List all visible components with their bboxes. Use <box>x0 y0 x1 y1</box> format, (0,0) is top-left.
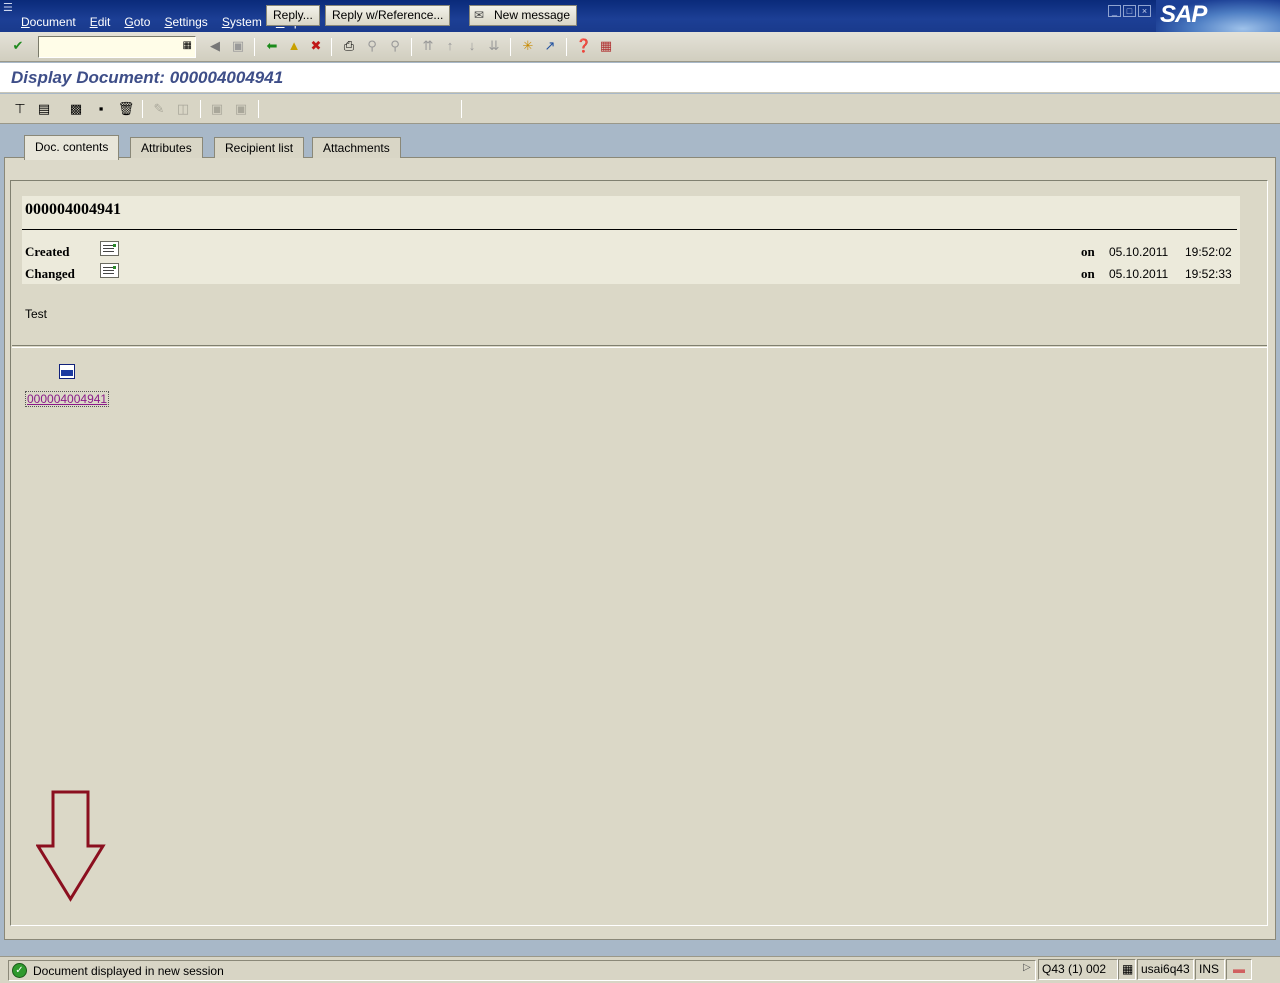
system-menu-icon[interactable]: ☰ <box>3 2 17 14</box>
reply-with-reference-button[interactable]: Reply w/Reference... <box>325 5 451 26</box>
sap-logo: SAP <box>1156 0 1280 32</box>
exit-icon[interactable]: ▲ <box>285 37 303 55</box>
title-area: Display Document: 000004004941 <box>0 63 1280 93</box>
created-date: 05.10.2011 <box>1109 245 1169 259</box>
changed-on-label: on <box>1081 266 1095 281</box>
changed-label: Changed <box>25 266 75 281</box>
new-message-label: New message <box>494 8 571 22</box>
toolbar-separator <box>510 38 511 56</box>
page-title: Display Document: 000004004941 <box>11 68 284 87</box>
menu-items: Document Edit Goto Settings System Help <box>14 14 308 30</box>
tab-recipient-list[interactable]: Recipient list <box>214 137 305 158</box>
section-divider <box>12 345 1267 348</box>
delete-icon[interactable]: 🗑 <box>117 100 135 118</box>
server-info: usai6q43 <box>1137 959 1194 980</box>
maximize-icon[interactable]: □ <box>1123 5 1136 17</box>
distribute-icon[interactable]: ▪ <box>92 100 110 118</box>
status-message-field[interactable]: ✓ Document displayed in new session <box>8 960 1036 981</box>
success-check-icon: ✓ <box>12 963 27 978</box>
back-icon[interactable]: ⬅ <box>263 37 281 55</box>
enter-check-icon[interactable]: ✔ <box>9 37 27 55</box>
new-message-icon: ✉ <box>474 8 485 22</box>
header-rule <box>22 229 1237 230</box>
toolbar-separator <box>461 100 462 118</box>
next-document-icon[interactable]: ▣ <box>232 100 250 118</box>
system-info-menu-icon[interactable]: ▦ <box>1118 959 1136 980</box>
created-user-icon[interactable] <box>100 241 119 256</box>
changed-date: 05.10.2011 <box>1109 267 1169 281</box>
reply-button[interactable]: Reply... <box>266 5 320 26</box>
next-page-icon[interactable]: ↓ <box>463 37 481 55</box>
save-icon[interactable]: ▣ <box>229 37 247 55</box>
prev-icon[interactable]: ◀ <box>206 37 224 55</box>
created-label: Created <box>25 244 70 259</box>
tab-doc-contents[interactable]: Doc. contents <box>24 135 120 160</box>
close-window-icon[interactable]: × <box>1138 5 1151 17</box>
forward-icon[interactable]: ▩ <box>67 100 85 118</box>
sap-logo-text: SAP <box>1160 1 1207 28</box>
application-toolbar <box>0 94 1280 124</box>
insert-mode: INS <box>1195 959 1225 980</box>
document-number: 000004004941 <box>25 201 121 218</box>
down-arrow-annotation <box>36 790 106 902</box>
shortcut-icon[interactable]: ↗ <box>541 37 559 55</box>
document-list-icon[interactable]: ▤ <box>35 100 53 118</box>
help-icon[interactable]: ❓ <box>575 37 593 55</box>
document-header <box>22 196 1240 284</box>
tab-attachments[interactable]: Attachments <box>312 137 401 158</box>
changed-time: 19:52:33 <box>1185 267 1232 281</box>
attachment-document-icon[interactable] <box>59 364 75 379</box>
lock-indicator-icon: ▬ <box>1226 959 1252 980</box>
minimize-icon[interactable]: _ <box>1108 5 1121 17</box>
first-page-icon[interactable]: ⇈ <box>419 37 437 55</box>
print-icon[interactable]: ⎙ <box>340 37 358 55</box>
menu-bar: ☰ Document Edit Goto Settings System Hel… <box>0 0 1280 32</box>
document-body-text: Test <box>25 307 48 321</box>
menu-system[interactable]: System <box>215 14 269 30</box>
find-next-icon[interactable]: ⚲ <box>386 37 404 55</box>
created-on-label: on <box>1081 244 1095 259</box>
previous-page-icon[interactable]: ↑ <box>441 37 459 55</box>
system-info: Q43 (1) 002 <box>1038 959 1118 980</box>
command-history-icon[interactable]: ▦ <box>183 40 192 51</box>
display-change-icon[interactable]: ◫ <box>174 100 192 118</box>
last-page-icon[interactable]: ⇊ <box>485 37 503 55</box>
menu-goto[interactable]: Goto <box>117 14 157 30</box>
changed-user-icon[interactable] <box>100 263 119 278</box>
status-toggle-icon[interactable]: ▷ <box>1023 962 1031 973</box>
edit-icon[interactable]: ✎ <box>150 100 168 118</box>
command-input[interactable] <box>39 37 177 57</box>
document-frame <box>10 180 1268 926</box>
tab-attributes[interactable]: Attributes <box>130 137 203 158</box>
window-controls: _ □ × <box>1108 5 1151 17</box>
toolbar-separator <box>258 100 259 118</box>
command-field[interactable]: ▦ <box>38 36 196 58</box>
cancel-icon[interactable]: ✖ <box>307 37 325 55</box>
toolbar-separator <box>331 38 332 56</box>
toolbar-separator <box>142 100 143 118</box>
menu-settings[interactable]: Settings <box>157 14 214 30</box>
find-icon[interactable]: ⚲ <box>363 37 381 55</box>
toolbar-separator <box>411 38 412 56</box>
attachment-link[interactable]: 000004004941 <box>25 391 110 407</box>
layout-menu-icon[interactable]: ▦ <box>597 37 615 55</box>
prev-document-icon[interactable]: ▣ <box>208 100 226 118</box>
toolbar-separator <box>200 100 201 118</box>
menu-document[interactable]: Document <box>14 14 83 30</box>
toolbar-separator <box>566 38 567 56</box>
toolbar-separator <box>254 38 255 56</box>
create-session-icon[interactable]: ✳ <box>519 37 537 55</box>
status-message: Document displayed in new session <box>33 964 224 978</box>
new-message-button[interactable]: ✉ New message <box>469 5 578 26</box>
document-header-icon[interactable]: ⊤ <box>11 100 29 118</box>
menu-edit[interactable]: Edit <box>83 14 118 30</box>
created-time: 19:52:02 <box>1185 245 1232 259</box>
